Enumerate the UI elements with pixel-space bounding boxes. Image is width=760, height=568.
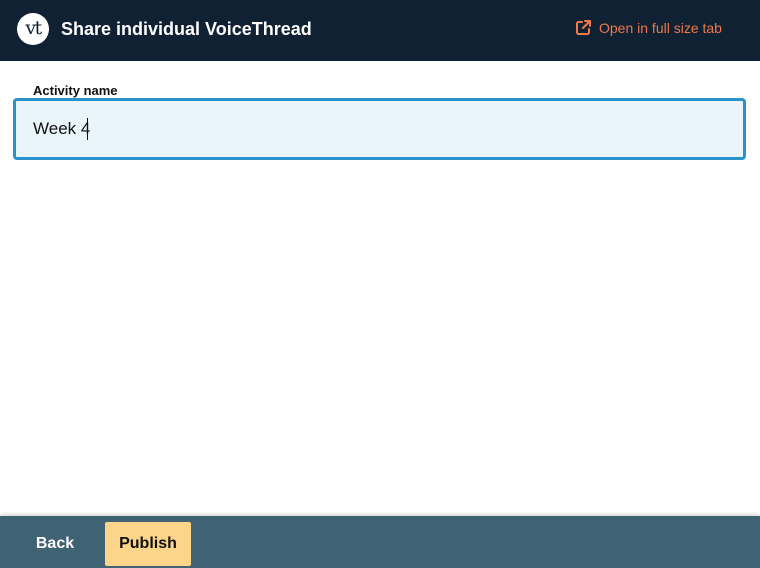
external-link-icon <box>575 19 592 36</box>
logo-text: vt <box>25 16 42 39</box>
publish-button[interactable]: Publish <box>105 522 191 566</box>
open-full-size-tab-link[interactable]: Open in full size tab <box>575 19 722 36</box>
open-full-size-tab-label: Open in full size tab <box>599 19 722 36</box>
activity-name-input[interactable] <box>16 101 743 157</box>
activity-name-field-wrapper <box>13 98 746 160</box>
share-voicethread-dialog: vt Share individual VoiceThread Open in … <box>0 0 760 568</box>
activity-name-label: Activity name <box>33 83 118 98</box>
page-title: Share individual VoiceThread <box>61 19 312 39</box>
back-button[interactable]: Back <box>22 522 88 566</box>
voicethread-logo: vt <box>17 13 49 45</box>
footer-bar: Back Publish <box>0 516 760 568</box>
text-cursor <box>87 118 88 140</box>
header-bar: vt Share individual VoiceThread Open in … <box>0 0 760 61</box>
